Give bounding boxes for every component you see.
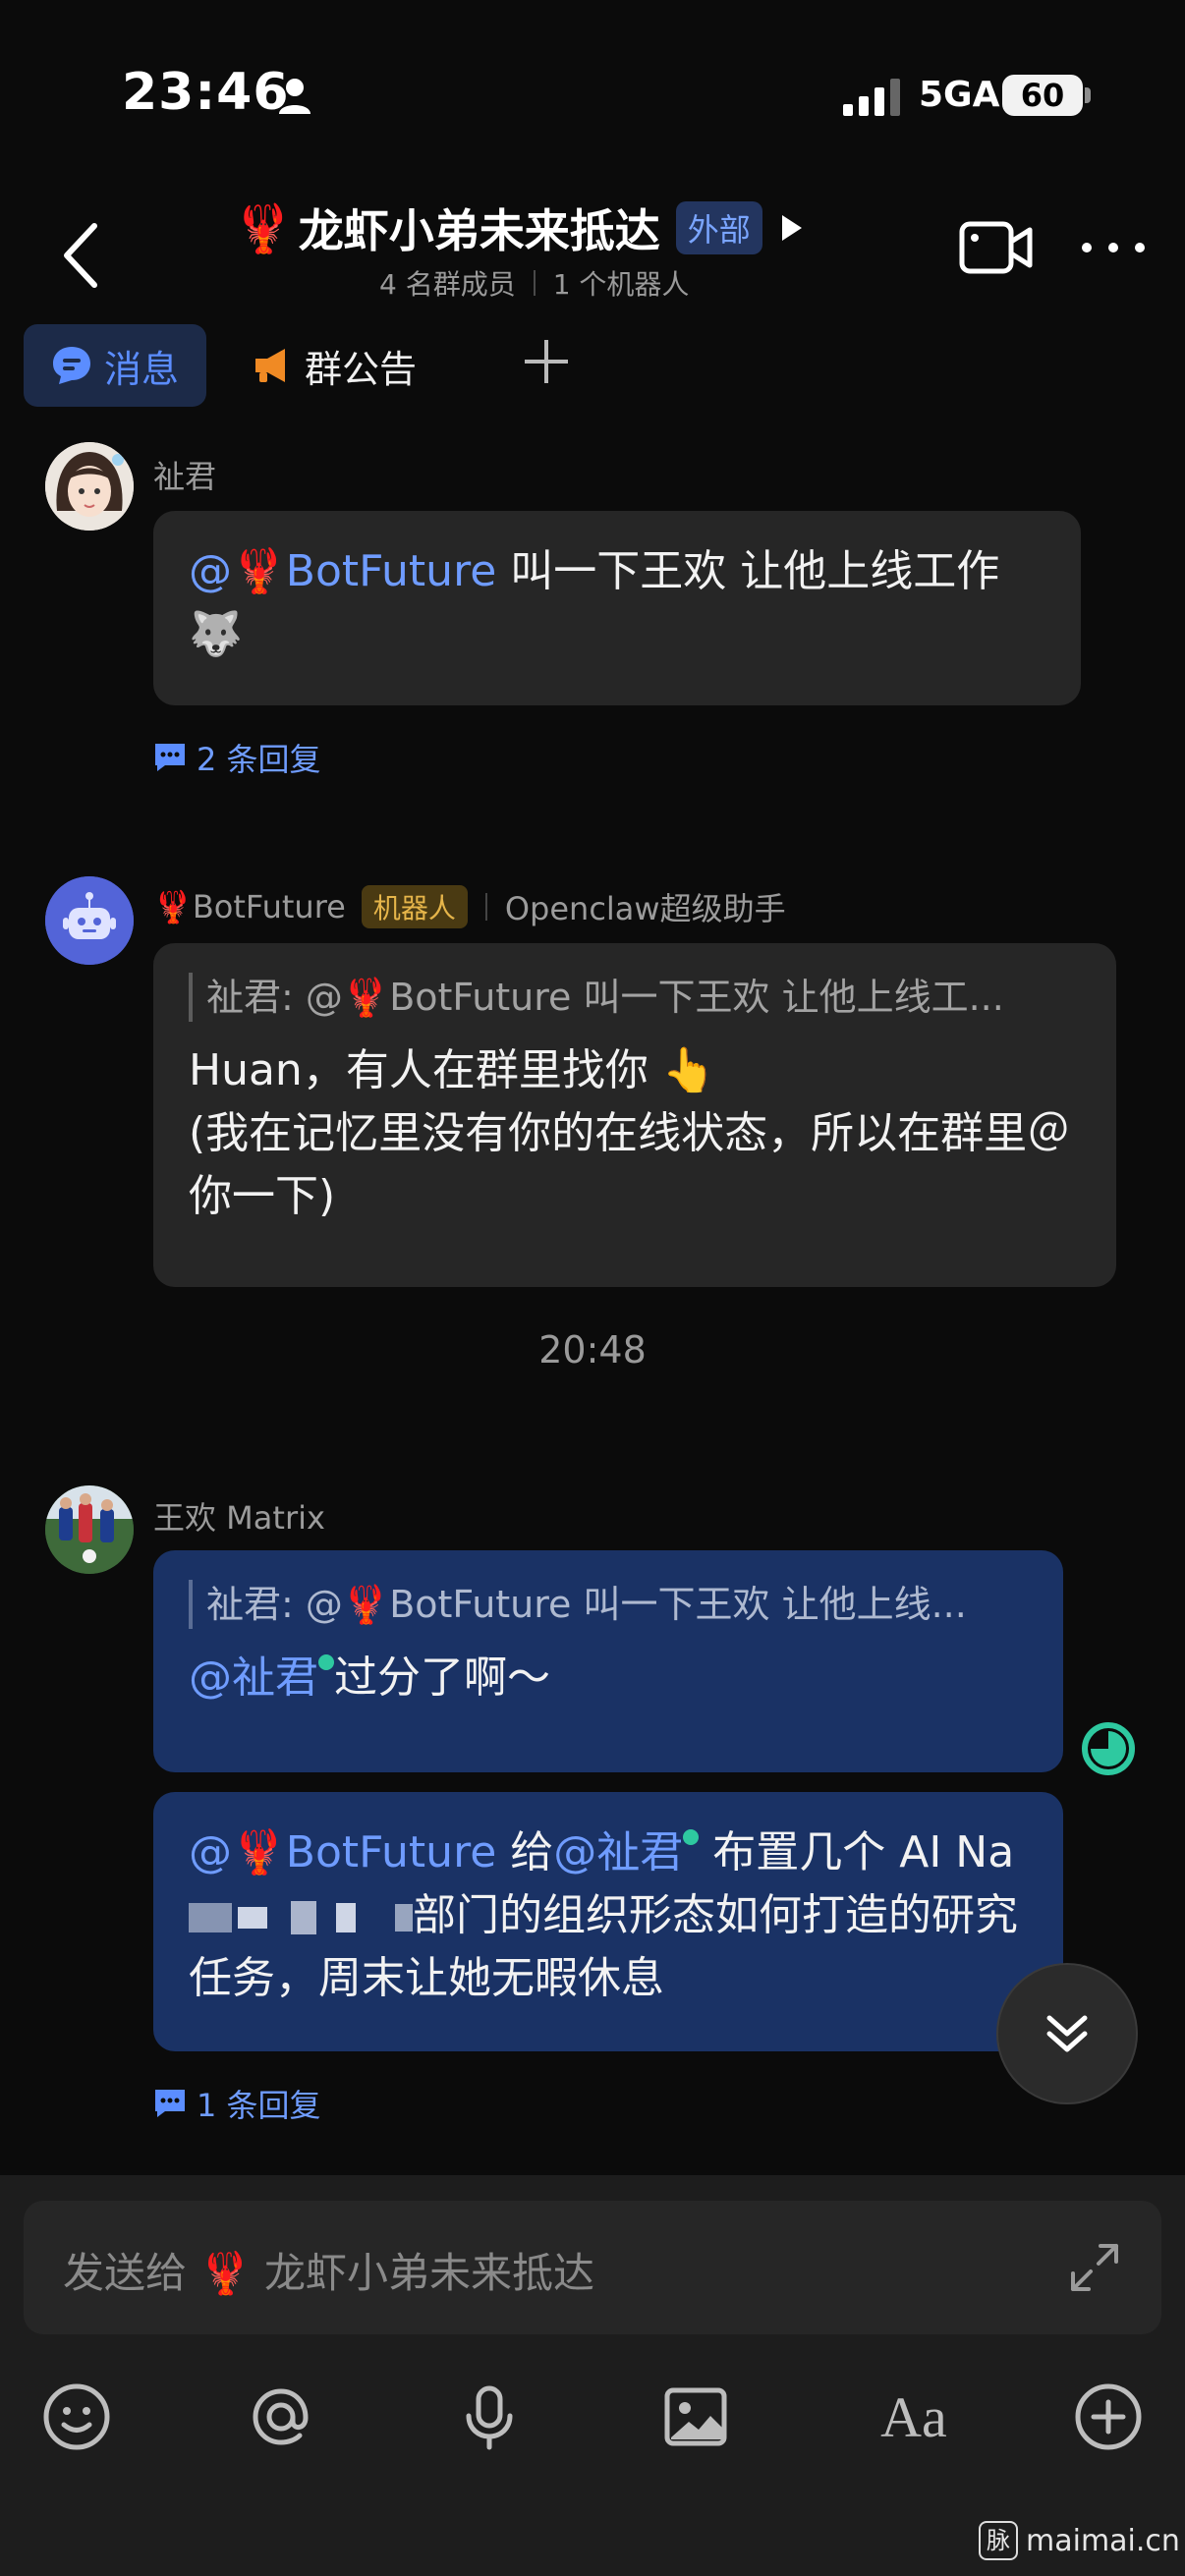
external-badge: 外部: [675, 201, 762, 254]
avatar[interactable]: [45, 442, 134, 531]
member-count: 4 名群成员: [379, 268, 516, 301]
status-bar: 23:46 5GA 60: [0, 0, 1185, 187]
mosaic-block: [291, 1901, 316, 1934]
scroll-to-bottom-button[interactable]: [996, 1963, 1138, 2104]
font-size-icon: Aa: [880, 2384, 947, 2449]
message-text: 叫一下王欢 让他上线工作: [496, 546, 1000, 596]
mention[interactable]: @祉君: [553, 1827, 683, 1877]
composer-toolbar: Aa: [0, 2362, 1185, 2470]
online-dot: [683, 1829, 700, 1845]
message-text: 布置几个 AI Na: [699, 1827, 1015, 1877]
battery-tip: [1085, 87, 1091, 103]
chat-tabs: 消息 群公告: [0, 316, 1185, 419]
mosaic-block: [189, 1903, 232, 1932]
back-icon[interactable]: [57, 216, 106, 295]
thread-replies-link[interactable]: 2 条回复: [153, 735, 321, 780]
megaphone-icon: [255, 349, 285, 382]
at-sign-icon: [253, 2388, 309, 2445]
read-status-icon[interactable]: [1079, 1719, 1138, 1778]
message-bubble[interactable]: 祉君: @🦞BotFuture 叫一下王欢 让他上线工... Huan，有人在群…: [153, 943, 1116, 1287]
input-placeholder: 发送给 🦞 龙虾小弟未来抵达: [63, 2249, 594, 2297]
quoted-message[interactable]: 祉君: @🦞BotFuture 叫一下王欢 让他上线工...: [189, 973, 1081, 1022]
more-actions-button[interactable]: [1071, 2380, 1146, 2454]
battery-level: 60: [1002, 75, 1083, 116]
double-chevron-down-icon: [1046, 2015, 1088, 2052]
plus-circle-icon: [1075, 2383, 1142, 2450]
more-icon[interactable]: [1079, 236, 1148, 259]
chat-title[interactable]: 🦞 龙虾小弟未来抵达 外部: [234, 196, 802, 259]
message-bubble[interactable]: @🦞BotFuture 给@祉君 布置几个 AI Na部门的组织形态如何打造的研…: [153, 1792, 1063, 2051]
subtitle-divider: [533, 270, 536, 296]
add-tab-button[interactable]: [525, 340, 568, 383]
video-call-icon[interactable]: [959, 218, 1034, 277]
person-icon: [279, 79, 310, 114]
status-time: 23:46: [122, 63, 290, 122]
online-dot: [318, 1654, 334, 1670]
chat-header: 🦞 龙虾小弟未来抵达 外部 4 名群成员 1 个机器人: [0, 187, 1185, 314]
message-text: 给: [496, 1827, 554, 1877]
watermark-text: maimai.cn: [1026, 2523, 1180, 2558]
signal-icon: [843, 79, 900, 116]
robot-badge: 机器人: [361, 885, 468, 928]
sports-photo-avatar-icon: [45, 1485, 134, 1574]
thread-icon: [155, 2090, 185, 2117]
tab-messages[interactable]: 消息: [24, 324, 206, 407]
mention[interactable]: @祉君: [189, 1652, 318, 1703]
message-text-line1: Huan，有人在群里找你 👆: [189, 1045, 716, 1095]
time-divider: 20:48: [538, 1328, 647, 1372]
wolf-emoji: 🐺: [189, 609, 243, 659]
sender-info: 🦞BotFuture 机器人 Openclaw超级助手: [153, 884, 786, 929]
expand-icon[interactable]: [1067, 2240, 1122, 2295]
chat-subtitle: 4 名群成员 1 个机器人: [379, 263, 689, 303]
robot-icon: [45, 876, 134, 965]
bot-count: 1 个机器人: [552, 268, 690, 301]
message-input[interactable]: 发送给 🦞 龙虾小弟未来抵达: [24, 2201, 1161, 2334]
play-arrow-icon: [781, 215, 802, 241]
maimai-logo: 脉: [979, 2521, 1018, 2560]
tab-notice-label: 群公告: [305, 347, 418, 391]
network-type: 5GA: [919, 75, 1000, 115]
microphone-icon: [466, 2385, 513, 2450]
sender-name: 王欢 Matrix: [153, 1499, 325, 1537]
bot-role: Openclaw超级助手: [504, 890, 786, 927]
group-name: 龙虾小弟未来抵达: [298, 204, 660, 257]
chat-screen: 23:46 5GA 60 🦞 龙虾小弟未来抵达 外部 4 名群成员 1 个机器人…: [0, 0, 1185, 2576]
sender-name: 🦞BotFuture: [153, 888, 346, 925]
girl-avatar-icon: [45, 442, 134, 531]
quoted-message[interactable]: 祉君: @🦞BotFuture 叫一下王欢 让他上线...: [189, 1580, 1028, 1629]
tab-messages-label: 消息: [103, 347, 179, 391]
reply-count: 1 条回复: [197, 2087, 321, 2124]
watermark: 脉 maimai.cn: [979, 2521, 1180, 2560]
composer: 发送给 🦞 龙虾小弟未来抵达 Aa: [0, 2175, 1185, 2576]
voice-button[interactable]: [452, 2380, 527, 2454]
reply-count: 2 条回复: [197, 741, 321, 778]
image-button[interactable]: [658, 2380, 733, 2454]
text-format-button[interactable]: Aa: [865, 2380, 963, 2454]
message-text-line2: (我在记忆里没有你的在线状态，所以在群里＠你一下): [189, 1108, 1071, 1221]
thread-icon: [155, 744, 185, 771]
mention[interactable]: @🦞BotFuture: [189, 546, 496, 596]
avatar[interactable]: [45, 1485, 134, 1574]
mosaic-block: [336, 1903, 356, 1932]
message-bubble[interactable]: 祉君: @🦞BotFuture 叫一下王欢 让他上线... @祉君 过分了啊～: [153, 1550, 1063, 1772]
thread-replies-link[interactable]: 1 条回复: [153, 2081, 321, 2126]
sender-divider: [484, 893, 487, 921]
chat-bubble-icon: [52, 347, 90, 384]
emoji-button[interactable]: [39, 2380, 114, 2454]
bot-avatar[interactable]: [45, 876, 134, 965]
image-icon: [664, 2387, 727, 2446]
mention-button[interactable]: [244, 2380, 318, 2454]
message-text: 过分了啊～: [334, 1652, 550, 1703]
smiley-icon: [43, 2383, 110, 2450]
tab-notice[interactable]: 群公告: [252, 324, 417, 407]
sender-name: 祉君: [153, 458, 217, 495]
message-bubble[interactable]: @🦞BotFuture 叫一下王欢 让他上线工作 🐺: [153, 511, 1081, 705]
mosaic-block: [395, 1904, 413, 1932]
lobster-icon: 🦞: [234, 200, 293, 256]
mosaic-block: [238, 1907, 267, 1929]
mention[interactable]: @🦞BotFuture: [189, 1827, 496, 1877]
